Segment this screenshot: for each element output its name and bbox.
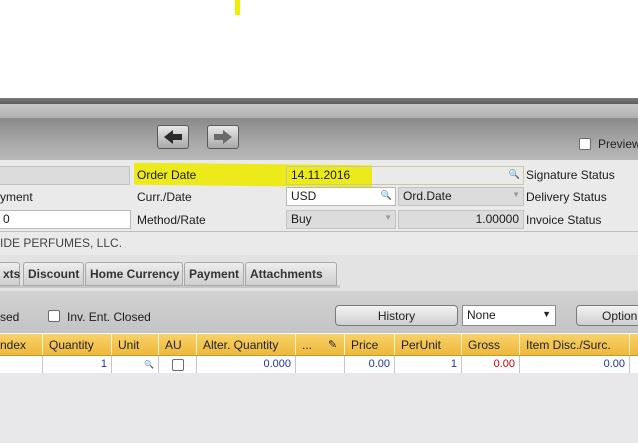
preview-checkbox[interactable]	[579, 138, 591, 150]
cell-more[interactable]	[296, 356, 345, 373]
tab-payment[interactable]: Payment	[184, 262, 244, 286]
order-date-label: Order Date	[137, 168, 197, 182]
column-header-alter-quantity[interactable]: Alter. Quantity	[197, 334, 296, 355]
tab-attachments[interactable]: Attachments	[245, 262, 337, 286]
invoice-status-label: Invoice Status	[526, 213, 602, 227]
column-header-item-disc[interactable]: Item Disc./Surc.	[520, 334, 630, 355]
cell-unit[interactable]: 🔍	[112, 356, 159, 373]
search-icon: 🔍	[380, 190, 392, 200]
history-filter-select[interactable]: None ▼	[462, 305, 556, 326]
column-header-quantity[interactable]: Quantity	[43, 334, 112, 355]
preview-label: Preview	[598, 137, 638, 151]
currency-field[interactable]: USD 🔍	[286, 187, 396, 206]
arrow-left-icon	[164, 130, 182, 144]
column-header-more[interactable]: ... ✎	[296, 334, 345, 355]
next-record-button[interactable]	[207, 125, 239, 149]
dropdown-arrow-icon: ▼	[512, 190, 520, 199]
divider	[0, 231, 638, 232]
left-field-row3[interactable]: 0	[0, 210, 131, 229]
column-header-gross[interactable]: Gross	[462, 334, 520, 355]
cell-au	[159, 356, 197, 373]
cell-item-disc[interactable]: 0.00	[520, 356, 630, 373]
inv-ent-closed-checkbox[interactable]	[48, 310, 60, 322]
cell-index[interactable]	[0, 356, 43, 373]
column-header-au[interactable]: AU	[159, 334, 197, 355]
header-bar	[0, 104, 638, 118]
inv-ent-closed-label: Inv. Ent. Closed	[67, 310, 151, 324]
cell-gross[interactable]: 0.00	[462, 356, 520, 373]
search-icon: 🔍	[508, 169, 520, 179]
search-icon: 🔍	[144, 360, 154, 369]
ord-date-dropdown[interactable]: Ord.Date ▼	[398, 187, 524, 206]
delivery-status-label: Delivery Status	[526, 190, 607, 204]
cell-alter-quantity[interactable]: 0.000	[197, 356, 296, 373]
signature-status-label: Signature Status	[526, 168, 615, 182]
payment-label: yment	[0, 190, 33, 204]
previous-record-button[interactable]	[157, 125, 189, 149]
left-field-row1[interactable]	[0, 166, 130, 185]
grid-empty-area	[0, 373, 638, 443]
order-date-field[interactable]: 14.11.2016 🔍	[286, 166, 524, 185]
cell-quantity[interactable]: 1	[43, 356, 112, 373]
column-header-index[interactable]: ndex	[0, 334, 43, 355]
column-header-price[interactable]: Price	[345, 334, 395, 355]
dropdown-arrow-icon: ▼	[384, 213, 392, 222]
cell-per-unit[interactable]: 1	[395, 356, 462, 373]
options-button[interactable]: Option	[576, 305, 638, 326]
au-checkbox[interactable]	[171, 358, 184, 371]
curr-date-label: Curr./Date	[137, 190, 192, 204]
tab-home-currency[interactable]: Home Currency	[85, 262, 183, 286]
yellow-marker	[235, 0, 240, 15]
navigation-toolbar	[0, 118, 638, 160]
closed-label: sed	[0, 310, 20, 324]
tab-discount[interactable]: Discount	[23, 262, 84, 286]
arrow-right-icon	[214, 130, 232, 144]
pencil-icon: ✎	[328, 339, 338, 351]
rate-field[interactable]: 1.00000	[398, 210, 524, 229]
column-header-per-unit[interactable]: PerUnit	[395, 334, 462, 355]
method-rate-label: Method/Rate	[137, 213, 206, 227]
cell-price[interactable]: 0.00	[345, 356, 395, 373]
method-dropdown[interactable]: Buy ▼	[286, 210, 396, 229]
tab-texts[interactable]: xts	[0, 262, 20, 286]
dropdown-arrow-icon: ▼	[542, 309, 551, 319]
company-name: IDE PERFUMES, LLC.	[0, 236, 123, 250]
column-header-unit[interactable]: Unit	[112, 334, 159, 355]
history-button[interactable]: History	[335, 305, 458, 326]
